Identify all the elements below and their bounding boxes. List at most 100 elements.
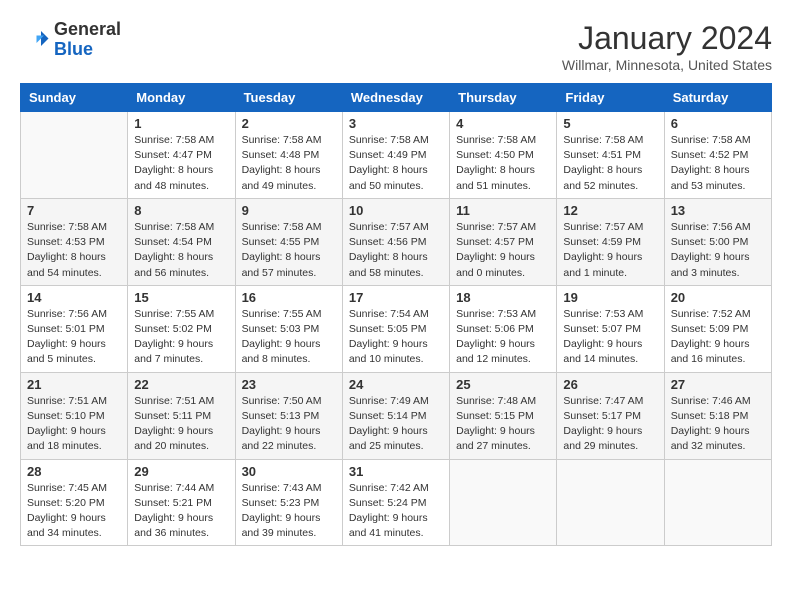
day-of-week-header: Friday: [557, 84, 664, 112]
day-of-week-header: Thursday: [450, 84, 557, 112]
day-number: 4: [456, 116, 550, 131]
day-number: 25: [456, 377, 550, 392]
day-number: 29: [134, 464, 228, 479]
day-number: 2: [242, 116, 336, 131]
day-number: 26: [563, 377, 657, 392]
day-number: 16: [242, 290, 336, 305]
day-number: 10: [349, 203, 443, 218]
calendar-cell: 10 Sunrise: 7:57 AMSunset: 4:56 PMDayligh…: [342, 198, 449, 285]
calendar-cell: 3Sunrise: 7:58 AMSunset: 4:49 PMDaylight…: [342, 112, 449, 199]
calendar-cell: 21Sunrise: 7:51 AMSunset: 5:10 PMDayligh…: [21, 372, 128, 459]
calendar-cell: 19 Sunrise: 7:53 AMSunset: 5:07 PMDayligh…: [557, 285, 664, 372]
day-number: 15: [134, 290, 228, 305]
day-info: Sunrise: 7:45 AMSunset: 5:20 PMDaylight:…: [27, 481, 121, 542]
day-info: Sunrise: 7:46 AMSunset: 5:18 PMDaylight:…: [671, 394, 765, 455]
day-info: Sunrise: 7:58 AMSunset: 4:53 PMDaylight:…: [27, 220, 121, 281]
calendar-cell: [557, 459, 664, 546]
calendar-week-row: 1 Sunrise: 7:58 AMSunset: 4:47 PMDaylight…: [21, 112, 772, 199]
day-number: 13: [671, 203, 765, 218]
calendar-cell: 12 Sunrise: 7:57 AMSunset: 4:59 PMDayligh…: [557, 198, 664, 285]
day-number: 9: [242, 203, 336, 218]
day-number: 19: [563, 290, 657, 305]
day-number: 8: [134, 203, 228, 218]
calendar-header-row: SundayMondayTuesdayWednesdayThursdayFrid…: [21, 84, 772, 112]
day-info: Sunrise: 7:57 AMSunset: 4:56 PMDaylight:…: [349, 220, 443, 281]
calendar-cell: 29 Sunrise: 7:44 AMSunset: 5:21 PMDayligh…: [128, 459, 235, 546]
day-of-week-header: Tuesday: [235, 84, 342, 112]
day-of-week-header: Saturday: [664, 84, 771, 112]
calendar-week-row: 7 Sunrise: 7:58 AMSunset: 4:53 PMDaylight…: [21, 198, 772, 285]
calendar-cell: 24 Sunrise: 7:49 AMSunset: 5:14 PMDayligh…: [342, 372, 449, 459]
day-number: 28: [27, 464, 121, 479]
day-info: Sunrise: 7:58 AMSunset: 4:54 PMDaylight:…: [134, 220, 228, 281]
calendar-cell: 16 Sunrise: 7:55 AMSunset: 5:03 PMDayligh…: [235, 285, 342, 372]
calendar-cell: 15 Sunrise: 7:55 AMSunset: 5:02 PMDayligh…: [128, 285, 235, 372]
calendar-cell: 26 Sunrise: 7:47 AMSunset: 5:17 PMDayligh…: [557, 372, 664, 459]
calendar-cell: 23Sunrise: 7:50 AMSunset: 5:13 PMDayligh…: [235, 372, 342, 459]
day-of-week-header: Sunday: [21, 84, 128, 112]
calendar-cell: 25Sunrise: 7:48 AMSunset: 5:15 PMDayligh…: [450, 372, 557, 459]
logo-text: General Blue: [54, 20, 121, 60]
calendar-week-row: 28 Sunrise: 7:45 AMSunset: 5:20 PMDayligh…: [21, 459, 772, 546]
logo: General Blue: [20, 20, 121, 60]
day-of-week-header: Wednesday: [342, 84, 449, 112]
day-number: 12: [563, 203, 657, 218]
day-info: Sunrise: 7:56 AMSunset: 5:00 PMDaylight:…: [671, 220, 765, 281]
calendar-week-row: 14 Sunrise: 7:56 AMSunset: 5:01 PMDayligh…: [21, 285, 772, 372]
calendar-cell: [664, 459, 771, 546]
calendar-cell: 13 Sunrise: 7:56 AMSunset: 5:00 PMDayligh…: [664, 198, 771, 285]
main-title: January 2024: [562, 20, 772, 57]
page-header: General Blue January 2024 Willmar, Minne…: [20, 20, 772, 73]
day-number: 5: [563, 116, 657, 131]
calendar-cell: 20 Sunrise: 7:52 AMSunset: 5:09 PMDayligh…: [664, 285, 771, 372]
day-info: Sunrise: 7:57 AMSunset: 4:57 PMDaylight:…: [456, 220, 550, 281]
calendar-cell: 8 Sunrise: 7:58 AMSunset: 4:54 PMDaylight…: [128, 198, 235, 285]
calendar-table: SundayMondayTuesdayWednesdayThursdayFrid…: [20, 83, 772, 546]
day-info: Sunrise: 7:58 AMSunset: 4:48 PMDaylight:…: [242, 133, 336, 194]
calendar-cell: 28 Sunrise: 7:45 AMSunset: 5:20 PMDayligh…: [21, 459, 128, 546]
title-section: January 2024 Willmar, Minnesota, United …: [562, 20, 772, 73]
day-info: Sunrise: 7:50 AMSunset: 5:13 PMDaylight:…: [242, 394, 336, 455]
calendar-cell: [21, 112, 128, 199]
day-number: 20: [671, 290, 765, 305]
day-info: Sunrise: 7:55 AMSunset: 5:03 PMDaylight:…: [242, 307, 336, 368]
calendar-cell: 5 Sunrise: 7:58 AMSunset: 4:51 PMDaylight…: [557, 112, 664, 199]
calendar-week-row: 21Sunrise: 7:51 AMSunset: 5:10 PMDayligh…: [21, 372, 772, 459]
day-info: Sunrise: 7:57 AMSunset: 4:59 PMDaylight:…: [563, 220, 657, 281]
day-number: 17: [349, 290, 443, 305]
calendar-cell: 1 Sunrise: 7:58 AMSunset: 4:47 PMDaylight…: [128, 112, 235, 199]
calendar-cell: 11 Sunrise: 7:57 AMSunset: 4:57 PMDayligh…: [450, 198, 557, 285]
day-number: 1: [134, 116, 228, 131]
calendar-cell: 18Sunrise: 7:53 AMSunset: 5:06 PMDayligh…: [450, 285, 557, 372]
calendar-cell: 17Sunrise: 7:54 AMSunset: 5:05 PMDayligh…: [342, 285, 449, 372]
day-info: Sunrise: 7:52 AMSunset: 5:09 PMDaylight:…: [671, 307, 765, 368]
day-info: Sunrise: 7:49 AMSunset: 5:14 PMDaylight:…: [349, 394, 443, 455]
day-of-week-header: Monday: [128, 84, 235, 112]
day-number: 24: [349, 377, 443, 392]
day-number: 27: [671, 377, 765, 392]
calendar-cell: 2 Sunrise: 7:58 AMSunset: 4:48 PMDaylight…: [235, 112, 342, 199]
day-info: Sunrise: 7:58 AMSunset: 4:51 PMDaylight:…: [563, 133, 657, 194]
day-number: 7: [27, 203, 121, 218]
calendar-cell: 27 Sunrise: 7:46 AMSunset: 5:18 PMDayligh…: [664, 372, 771, 459]
day-info: Sunrise: 7:43 AMSunset: 5:23 PMDaylight:…: [242, 481, 336, 542]
day-number: 6: [671, 116, 765, 131]
calendar-body: 1 Sunrise: 7:58 AMSunset: 4:47 PMDaylight…: [21, 112, 772, 546]
subtitle: Willmar, Minnesota, United States: [562, 57, 772, 73]
day-number: 11: [456, 203, 550, 218]
day-number: 3: [349, 116, 443, 131]
day-info: Sunrise: 7:51 AMSunset: 5:10 PMDaylight:…: [27, 394, 121, 455]
day-info: Sunrise: 7:56 AMSunset: 5:01 PMDaylight:…: [27, 307, 121, 368]
logo-icon: [20, 25, 50, 55]
calendar-cell: 4Sunrise: 7:58 AMSunset: 4:50 PMDaylight…: [450, 112, 557, 199]
day-info: Sunrise: 7:58 AMSunset: 4:55 PMDaylight:…: [242, 220, 336, 281]
calendar-cell: 22Sunrise: 7:51 AMSunset: 5:11 PMDayligh…: [128, 372, 235, 459]
day-info: Sunrise: 7:47 AMSunset: 5:17 PMDaylight:…: [563, 394, 657, 455]
day-number: 30: [242, 464, 336, 479]
day-info: Sunrise: 7:58 AMSunset: 4:47 PMDaylight:…: [134, 133, 228, 194]
day-info: Sunrise: 7:51 AMSunset: 5:11 PMDaylight:…: [134, 394, 228, 455]
day-info: Sunrise: 7:55 AMSunset: 5:02 PMDaylight:…: [134, 307, 228, 368]
day-number: 14: [27, 290, 121, 305]
day-info: Sunrise: 7:53 AMSunset: 5:07 PMDaylight:…: [563, 307, 657, 368]
day-info: Sunrise: 7:44 AMSunset: 5:21 PMDaylight:…: [134, 481, 228, 542]
